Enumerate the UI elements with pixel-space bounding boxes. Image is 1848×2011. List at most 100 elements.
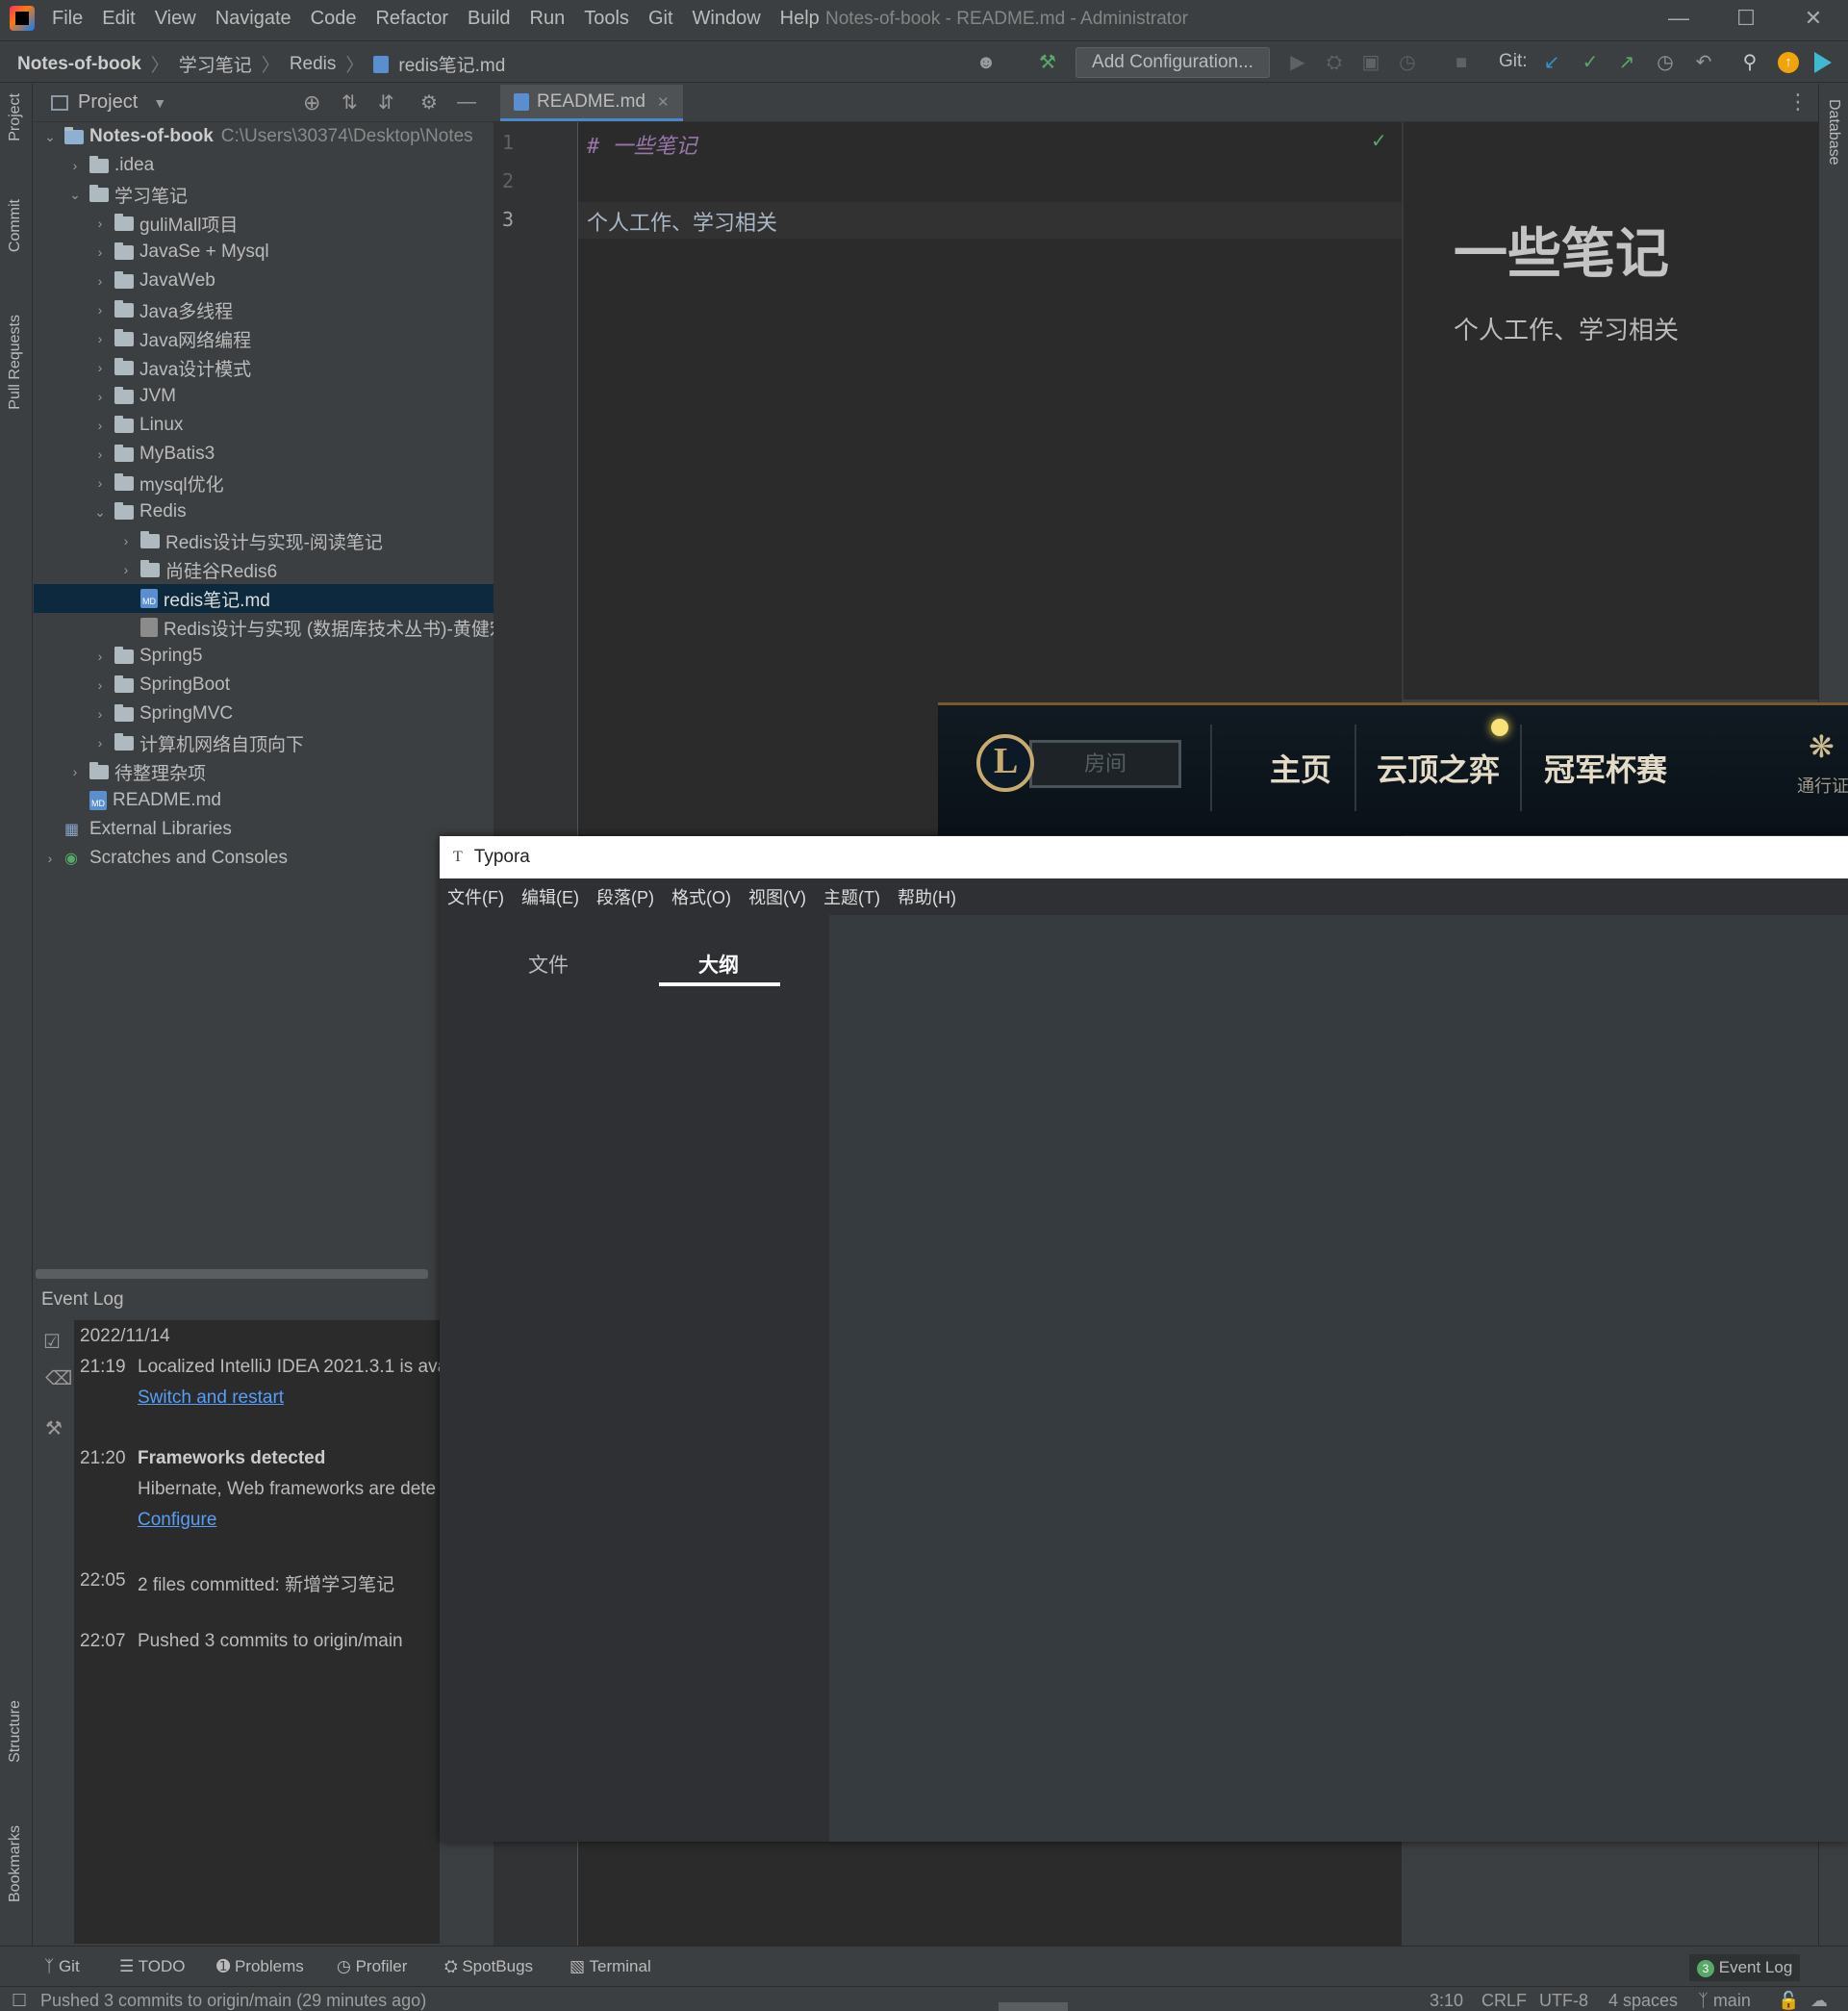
- tree-item-redis-design[interactable]: › Redis设计与实现-阅读笔记: [117, 526, 383, 555]
- menu-run[interactable]: Run: [530, 8, 566, 30]
- tool-spotbugs[interactable]: ⛭ SpotBugs: [444, 1957, 533, 1976]
- chevron-right-icon[interactable]: ›: [117, 533, 135, 548]
- status-message[interactable]: Pushed 3 commits to origin/main (29 minu…: [40, 1991, 426, 2011]
- menu-edit[interactable]: Edit: [102, 8, 135, 30]
- chevron-right-icon[interactable]: ›: [91, 273, 109, 289]
- breadcrumb-root[interactable]: Notes-of-book: [17, 54, 141, 75]
- typora-menu-paragraph[interactable]: 段落(P): [596, 884, 654, 909]
- chevron-right-icon[interactable]: ›: [91, 446, 109, 462]
- code-line-heading[interactable]: # 一些笔记: [587, 129, 697, 160]
- typora-tab-files[interactable]: 文件: [528, 950, 569, 979]
- tree-item-readme[interactable]: MD README.md: [84, 786, 221, 815]
- tree-item-redis[interactable]: ⌄ Redis: [91, 497, 186, 526]
- tree-item-java-design[interactable]: › Java设计模式: [91, 353, 251, 382]
- menu-navigate[interactable]: Navigate: [215, 8, 291, 30]
- typora-tab-outline[interactable]: 大纲: [698, 950, 739, 979]
- rollback-icon[interactable]: ↶: [1691, 50, 1716, 75]
- more-options-icon[interactable]: ⋮: [1787, 89, 1809, 115]
- tree-item-external-libraries[interactable]: ▦ External Libraries: [59, 815, 232, 844]
- database-tool-button[interactable]: Database: [1825, 99, 1842, 165]
- tree-item-redis-notes[interactable]: MD redis笔记.md: [34, 584, 494, 613]
- chevron-right-icon[interactable]: ›: [91, 475, 109, 491]
- project-tool-button[interactable]: Project: [7, 93, 24, 141]
- locate-icon[interactable]: ⊕: [303, 90, 320, 115]
- chevron-right-icon[interactable]: ›: [41, 851, 59, 866]
- hammer-icon[interactable]: ⚒: [1035, 50, 1060, 75]
- run-icon[interactable]: ▶: [1285, 50, 1310, 75]
- horizontal-scrollbar[interactable]: [36, 1269, 428, 1279]
- lol-logo-icon[interactable]: [976, 734, 1034, 792]
- user-icon[interactable]: ☻: [974, 50, 999, 75]
- tool-profiler[interactable]: ◷ Profiler: [337, 1957, 407, 1976]
- chevron-right-icon[interactable]: ›: [91, 677, 109, 693]
- coverage-icon[interactable]: ▣: [1358, 50, 1383, 75]
- breadcrumb-subfolder[interactable]: Redis: [290, 54, 337, 75]
- tree-item-mybatis[interactable]: › MyBatis3: [91, 440, 215, 469]
- lock-icon[interactable]: 🔓: [1778, 1991, 1799, 2011]
- breadcrumb-folder[interactable]: 学习笔记: [179, 51, 252, 77]
- close-tab-icon[interactable]: ✕: [657, 93, 670, 111]
- status-scroll-thumb[interactable]: [999, 2002, 1068, 2011]
- typora-menu-view[interactable]: 视图(V): [748, 884, 806, 909]
- search-icon[interactable]: ⚲: [1737, 50, 1762, 75]
- pull-requests-tool-button[interactable]: Pull Requests: [7, 315, 24, 410]
- profile-icon[interactable]: ◷: [1395, 50, 1420, 75]
- lol-nav-tft[interactable]: 云顶之弈: [1377, 746, 1500, 790]
- tool-todo[interactable]: ☰ TODO: [119, 1957, 185, 1976]
- breadcrumb-file[interactable]: redis笔记.md: [398, 51, 505, 77]
- minimize-button[interactable]: —: [1664, 6, 1693, 35]
- status-checkbox-icon[interactable]: ☐: [12, 1991, 27, 2011]
- tree-item-linux[interactable]: › Linux: [91, 411, 184, 440]
- tree-item-jvm[interactable]: › JVM: [91, 382, 176, 411]
- chevron-right-icon[interactable]: ›: [66, 764, 84, 779]
- project-view-label[interactable]: Project: [78, 91, 138, 114]
- collapse-all-icon[interactable]: ⇵: [378, 90, 394, 115]
- configure-link[interactable]: Configure: [138, 1510, 216, 1530]
- line-separator[interactable]: CRLF: [1481, 1991, 1527, 2011]
- add-configuration-button[interactable]: Add Configuration...: [1076, 47, 1270, 78]
- tool-git[interactable]: ᛉ Git: [44, 1957, 80, 1976]
- chevron-down-icon[interactable]: ⌄: [66, 187, 84, 203]
- lol-nav-home[interactable]: 主页: [1270, 746, 1331, 790]
- git-branch[interactable]: ᛉ main: [1698, 1991, 1751, 2011]
- tree-item-idea[interactable]: › .idea: [66, 151, 155, 180]
- pass-icon[interactable]: ❋: [1809, 728, 1835, 765]
- pass-label[interactable]: 通行证: [1797, 773, 1848, 798]
- hide-panel-icon[interactable]: —: [457, 91, 476, 114]
- debug-icon[interactable]: ⛭: [1322, 50, 1347, 75]
- menu-git[interactable]: Git: [648, 8, 673, 30]
- tool-event-log[interactable]: 3 Event Log: [1689, 1954, 1801, 1981]
- menu-code[interactable]: Code: [311, 8, 357, 30]
- menu-view[interactable]: View: [155, 8, 196, 30]
- caret-position[interactable]: 3:10: [1430, 1991, 1463, 2011]
- tree-item-study-notes[interactable]: ⌄ 学习笔记: [66, 180, 188, 209]
- git-update-icon[interactable]: ↙: [1539, 50, 1564, 75]
- chevron-right-icon[interactable]: ›: [91, 389, 109, 404]
- tree-item-javase[interactable]: › JavaSe + Mysql: [91, 238, 269, 267]
- tree-item-gulimall[interactable]: › guliMall项目: [91, 209, 238, 238]
- chevron-right-icon[interactable]: ›: [91, 706, 109, 722]
- tree-item-redis-pdf[interactable]: Redis设计与实现 (数据库技术丛书)-黄健宏: [135, 613, 508, 642]
- code-with-me-icon[interactable]: [1814, 52, 1832, 73]
- typora-menu-format[interactable]: 格式(O): [671, 884, 731, 909]
- chevron-right-icon[interactable]: ›: [91, 735, 109, 751]
- tree-item-springboot[interactable]: › SpringBoot: [91, 671, 230, 700]
- switch-restart-link[interactable]: Switch and restart: [138, 1387, 284, 1408]
- typora-menu-help[interactable]: 帮助(H): [898, 884, 956, 909]
- tree-item-javaweb[interactable]: › JavaWeb: [91, 267, 215, 295]
- typora-menu-theme[interactable]: 主题(T): [823, 884, 880, 909]
- tool-problems[interactable]: ➊ Problems: [216, 1957, 304, 1976]
- tree-item-network[interactable]: › 计算机网络自顶向下: [91, 728, 304, 757]
- typora-menu-edit[interactable]: 编辑(E): [521, 884, 579, 909]
- tree-item-scratches[interactable]: › ◉ Scratches and Consoles: [41, 844, 288, 873]
- chevron-down-icon[interactable]: ⌄: [91, 504, 109, 521]
- git-commit-icon[interactable]: ✓: [1578, 50, 1603, 75]
- editor-tab-readme[interactable]: README.md ✕: [500, 85, 683, 121]
- chevron-right-icon[interactable]: ›: [91, 244, 109, 260]
- mark-read-icon[interactable]: ☑: [43, 1330, 61, 1354]
- cloud-icon[interactable]: ☁: [1810, 1991, 1828, 2011]
- chevron-right-icon[interactable]: ›: [91, 418, 109, 433]
- chevron-down-icon[interactable]: ⌄: [41, 129, 59, 145]
- tree-item-redis6[interactable]: › 尚硅谷Redis6: [117, 555, 277, 584]
- maximize-button[interactable]: ☐: [1732, 6, 1760, 35]
